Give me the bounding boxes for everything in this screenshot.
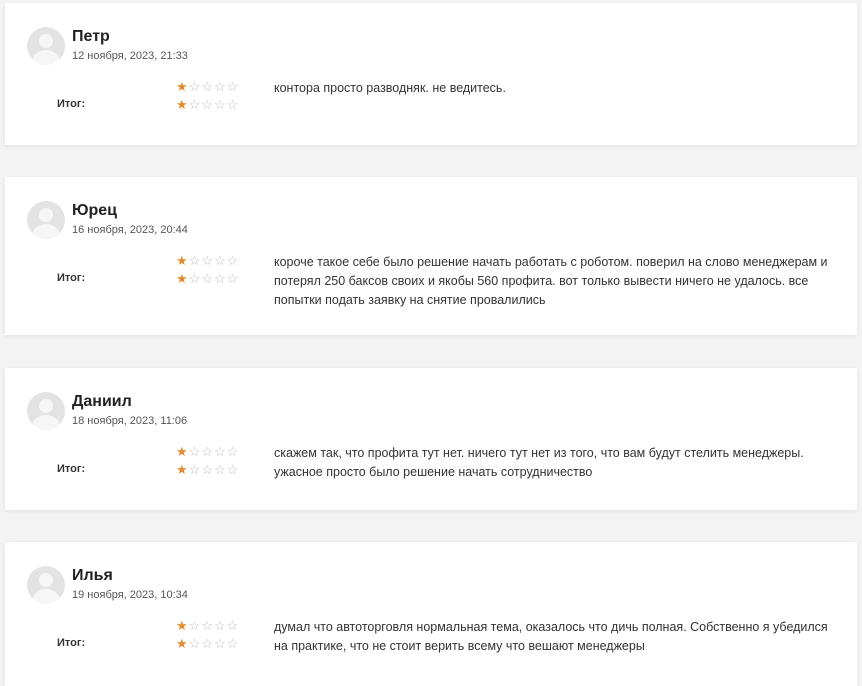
star-filled-icon: ★: [176, 462, 189, 477]
star-empty-icon: ☆: [188, 618, 202, 633]
total-stars: ★☆☆☆☆: [176, 272, 239, 285]
star-empty-icon: ☆: [188, 253, 202, 268]
star-empty-icon: ☆: [213, 618, 227, 633]
star-empty-icon: ☆: [188, 444, 202, 459]
star-empty-icon: ☆: [201, 462, 214, 477]
star-empty-icon: ☆: [213, 79, 227, 94]
star-empty-icon: ☆: [226, 444, 240, 459]
star-empty-icon: ☆: [188, 79, 202, 94]
rating-label: Итог:: [57, 98, 86, 110]
review-author: Юрец: [72, 202, 118, 219]
review-card: Даниил 18 ноября, 2023, 11:06 ★☆☆☆☆ ★☆☆☆…: [5, 368, 857, 510]
star-empty-icon: ☆: [226, 253, 240, 268]
review-stars: ★☆☆☆☆: [176, 619, 239, 632]
star-empty-icon: ☆: [213, 462, 227, 477]
review-date: 19 ноября, 2023, 10:34: [72, 589, 188, 601]
star-empty-icon: ☆: [201, 97, 214, 112]
avatar: [27, 27, 65, 65]
rating-label: Итог:: [57, 637, 86, 649]
review-author: Илья: [72, 567, 113, 584]
review-author: Даниил: [72, 393, 132, 410]
star-empty-icon: ☆: [213, 253, 227, 268]
star-empty-icon: ☆: [213, 97, 227, 112]
avatar: [27, 392, 65, 430]
star-empty-icon: ☆: [201, 444, 214, 459]
star-filled-icon: ★: [176, 97, 189, 112]
star-filled-icon: ★: [176, 444, 189, 459]
total-stars: ★☆☆☆☆: [176, 463, 239, 476]
total-stars: ★☆☆☆☆: [176, 98, 239, 111]
review-stars: ★☆☆☆☆: [176, 445, 239, 458]
rating-label: Итог:: [57, 463, 86, 475]
star-filled-icon: ★: [176, 618, 189, 633]
star-empty-icon: ☆: [226, 636, 240, 651]
review-date: 12 ноября, 2023, 21:33: [72, 50, 188, 62]
star-empty-icon: ☆: [188, 636, 202, 651]
review-stars: ★☆☆☆☆: [176, 80, 239, 93]
review-card: Илья 19 ноября, 2023, 10:34 ★☆☆☆☆ ★☆☆☆☆ …: [5, 542, 857, 686]
review-stars: ★☆☆☆☆: [176, 254, 239, 267]
star-filled-icon: ★: [176, 253, 189, 268]
review-card: Юрец 16 ноября, 2023, 20:44 ★☆☆☆☆ ★☆☆☆☆ …: [5, 177, 857, 335]
star-empty-icon: ☆: [213, 444, 227, 459]
review-date: 18 ноября, 2023, 11:06: [72, 415, 188, 427]
star-empty-icon: ☆: [188, 97, 202, 112]
star-empty-icon: ☆: [213, 271, 227, 286]
review-date: 16 ноября, 2023, 20:44: [72, 224, 188, 236]
star-empty-icon: ☆: [188, 462, 202, 477]
star-filled-icon: ★: [176, 79, 189, 94]
star-empty-icon: ☆: [201, 79, 214, 94]
review-card: Петр 12 ноября, 2023, 21:33 ★☆☆☆☆ ★☆☆☆☆ …: [5, 3, 857, 145]
review-author: Петр: [72, 28, 110, 45]
total-stars: ★☆☆☆☆: [176, 637, 239, 650]
review-text: думал что автоторговля нормальная тема, …: [274, 620, 828, 653]
review-text: скажем так, что профита тут нет. ничего …: [274, 446, 804, 479]
star-empty-icon: ☆: [226, 97, 240, 112]
review-text: контора просто разводняк. не ведитесь.: [274, 81, 506, 95]
rating-label: Итог:: [57, 272, 86, 284]
avatar: [27, 201, 65, 239]
star-empty-icon: ☆: [201, 636, 214, 651]
star-empty-icon: ☆: [226, 462, 240, 477]
star-empty-icon: ☆: [201, 271, 214, 286]
star-empty-icon: ☆: [188, 271, 202, 286]
star-empty-icon: ☆: [226, 271, 240, 286]
star-filled-icon: ★: [176, 271, 189, 286]
star-empty-icon: ☆: [201, 253, 214, 268]
avatar: [27, 566, 65, 604]
review-text: короче такое себе было решение начать ра…: [274, 255, 828, 307]
star-empty-icon: ☆: [226, 618, 240, 633]
star-empty-icon: ☆: [213, 636, 227, 651]
star-filled-icon: ★: [176, 636, 189, 651]
star-empty-icon: ☆: [201, 618, 214, 633]
star-empty-icon: ☆: [226, 79, 240, 94]
